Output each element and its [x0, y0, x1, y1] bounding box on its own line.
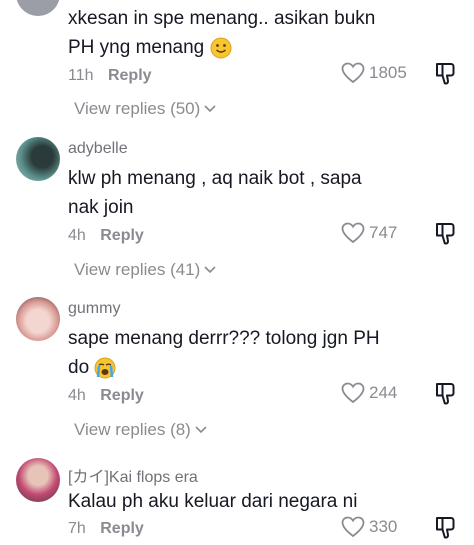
dislike-button[interactable]: [434, 382, 456, 411]
like-button[interactable]: 1805: [341, 62, 407, 84]
dislike-icon: [436, 223, 455, 245]
comment-time: 7h: [68, 520, 86, 537]
avatar[interactable]: [16, 297, 60, 341]
dislike-button[interactable]: [434, 222, 456, 251]
comment-text: Kalau ph aku keluar dari negara ni: [68, 487, 357, 516]
like-count: 747: [369, 223, 398, 242]
heart-icon: [341, 62, 365, 84]
like-count: 244: [369, 383, 398, 402]
slight-smile-emoji: [210, 37, 232, 59]
view-replies-button[interactable]: View replies (8): [74, 420, 207, 440]
crying-emoji: [94, 357, 116, 379]
reply-button[interactable]: Reply: [100, 227, 144, 244]
dislike-icon: [436, 63, 455, 85]
chevron-down-icon: [204, 105, 216, 113]
dislike-icon: [436, 517, 455, 539]
comment-time: 4h: [68, 227, 86, 244]
avatar[interactable]: [16, 0, 60, 16]
avatar[interactable]: [16, 137, 60, 181]
comment-line: klw ph menang , aq naik bot , sapa: [68, 168, 362, 189]
comment-line: sape menang derrr??? tolong jgn PH: [68, 328, 380, 349]
comment-line: xkesan in spe menang.. asikan bukn: [68, 8, 376, 29]
comment-username[interactable]: [カイ]Kai flops era: [68, 463, 198, 487]
heart-icon: [341, 516, 365, 538]
comment-line: do: [68, 357, 90, 378]
heart-icon: [341, 382, 365, 404]
comment-meta: 11h Reply: [68, 67, 152, 85]
view-replies-label: View replies (41): [74, 260, 201, 279]
comment-meta: 4h Reply: [68, 227, 144, 245]
dislike-icon: [436, 383, 455, 405]
reply-button[interactable]: Reply: [100, 520, 144, 537]
comment-text: sape menang derrr??? tolong jgn PH do: [68, 324, 380, 382]
comment-line: Kalau ph aku keluar dari negara ni: [68, 491, 358, 512]
like-button[interactable]: 330: [341, 516, 397, 538]
comment-text: xkesan in spe menang.. asikan bukn PH yn…: [68, 4, 375, 62]
comment-time: 11h: [68, 67, 94, 84]
comment-meta: 4h Reply: [68, 387, 144, 405]
like-button[interactable]: 747: [341, 222, 397, 244]
view-replies-label: View replies (50): [74, 99, 201, 118]
reply-button[interactable]: Reply: [108, 67, 152, 84]
comment-text: klw ph menang , aq naik bot , sapa nak j…: [68, 164, 362, 222]
view-replies-label: View replies (8): [74, 420, 191, 439]
reply-button[interactable]: Reply: [100, 387, 144, 404]
comment-line: PH yng menang: [68, 37, 205, 58]
chevron-down-icon: [204, 266, 216, 274]
comment-time: 4h: [68, 387, 86, 404]
dislike-button[interactable]: [434, 62, 456, 91]
comment-username[interactable]: gummy: [68, 300, 120, 318]
comment-username[interactable]: adybelle: [68, 140, 128, 158]
like-button[interactable]: 244: [341, 382, 397, 404]
heart-icon: [341, 222, 365, 244]
comment-line: nak join: [68, 197, 134, 218]
comment-meta: 7h Reply: [68, 520, 144, 538]
chevron-down-icon: [195, 426, 207, 434]
avatar[interactable]: [16, 458, 60, 502]
view-replies-button[interactable]: View replies (50): [74, 99, 216, 119]
like-count: 330: [369, 517, 398, 536]
like-count: 1805: [369, 63, 407, 82]
view-replies-button[interactable]: View replies (41): [74, 260, 216, 280]
